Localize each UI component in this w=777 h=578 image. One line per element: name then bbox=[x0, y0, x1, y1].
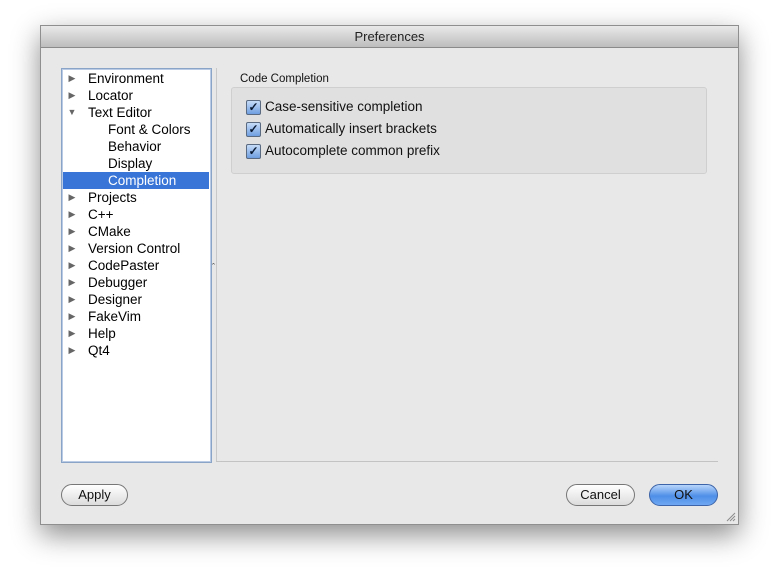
disclosure-collapsed-icon[interactable]: ▶ bbox=[67, 206, 77, 223]
option-label: Case-sensitive completion bbox=[265, 99, 423, 114]
tree-item-label: Completion bbox=[108, 173, 177, 188]
tree-item-label: Version Control bbox=[88, 241, 181, 256]
ok-button[interactable]: OK bbox=[649, 484, 718, 506]
tree-item[interactable]: ▶ Version Control bbox=[63, 240, 209, 257]
disclosure-collapsed-icon[interactable]: ▶ bbox=[67, 274, 77, 291]
tree-item-label: Locator bbox=[88, 88, 134, 103]
disclosure-collapsed-icon[interactable]: ▶ bbox=[67, 325, 77, 342]
splitter[interactable] bbox=[216, 68, 217, 461]
checkbox-insert-brackets[interactable]: ✓ bbox=[246, 122, 261, 137]
tree-item-label: CodePaster bbox=[88, 258, 160, 273]
tree-item-label: Behavior bbox=[108, 139, 162, 154]
tree-item-label: Designer bbox=[88, 292, 143, 307]
tree-item[interactable]: ▶ Help bbox=[63, 325, 209, 342]
tree-item[interactable]: Display bbox=[63, 155, 209, 172]
apply-button[interactable]: Apply bbox=[61, 484, 128, 506]
tree-item-label: Environment bbox=[88, 71, 164, 86]
disclosure-collapsed-icon[interactable]: ▶ bbox=[67, 87, 77, 104]
disclosure-collapsed-icon[interactable]: ▶ bbox=[67, 223, 77, 240]
tree-item-label: Font & Colors bbox=[108, 122, 191, 137]
code-completion-group: ✓ Case-sensitive completion ✓ Automatica… bbox=[231, 87, 707, 174]
disclosure-collapsed-icon[interactable]: ▶ bbox=[67, 240, 77, 257]
tree-item[interactable]: Completion bbox=[63, 172, 209, 189]
cancel-button[interactable]: Cancel bbox=[566, 484, 635, 506]
tree-item-label: Text Editor bbox=[88, 105, 152, 120]
tree-item-label: FakeVim bbox=[88, 309, 142, 324]
tree-item[interactable]: Behavior bbox=[63, 138, 209, 155]
divider bbox=[216, 461, 718, 462]
tree-item-label: C++ bbox=[88, 207, 114, 222]
disclosure-collapsed-icon[interactable]: ▶ bbox=[67, 189, 77, 206]
tree-item[interactable]: Font & Colors bbox=[63, 121, 209, 138]
tree-item[interactable]: ▼ Text Editor bbox=[63, 104, 209, 121]
checkbox-case-sensitive[interactable]: ✓ bbox=[246, 100, 261, 115]
category-tree[interactable]: ▶ Environment ▶ Locator ▼ Text Editor Font & C… bbox=[61, 68, 212, 463]
tree-item[interactable]: ▶ FakeVim bbox=[63, 308, 209, 325]
tree-item[interactable]: ▶ CodePaster bbox=[63, 257, 209, 274]
option-label: Autocomplete common prefix bbox=[265, 143, 440, 158]
tree-item[interactable]: ▶ Projects bbox=[63, 189, 209, 206]
option-label: Automatically insert brackets bbox=[265, 121, 437, 136]
window-title: Preferences bbox=[41, 26, 738, 48]
tree-item-label: Help bbox=[88, 326, 116, 341]
tree-item-label: Projects bbox=[88, 190, 137, 205]
tree-item[interactable]: ▶ Designer bbox=[63, 291, 209, 308]
disclosure-collapsed-icon[interactable]: ▶ bbox=[67, 70, 77, 87]
disclosure-collapsed-icon[interactable]: ▶ bbox=[67, 291, 77, 308]
splitter-handle-icon[interactable]: ˆ bbox=[212, 262, 215, 272]
tree-item[interactable]: ▶ Locator bbox=[63, 87, 209, 104]
disclosure-collapsed-icon[interactable]: ▶ bbox=[67, 257, 77, 274]
resize-grip-icon[interactable] bbox=[725, 511, 736, 522]
checkbox-autocomplete-prefix[interactable]: ✓ bbox=[246, 144, 261, 159]
tree-item[interactable]: ▶ Qt4 bbox=[63, 342, 209, 359]
preferences-window: Preferences ▶ Environment ▶ Locator ▼ Text Ed… bbox=[40, 25, 739, 525]
tree-item[interactable]: ▶ Debugger bbox=[63, 274, 209, 291]
disclosure-collapsed-icon[interactable]: ▶ bbox=[67, 342, 77, 359]
tree-item[interactable]: ▶ CMake bbox=[63, 223, 209, 240]
tree-item-label: Display bbox=[108, 156, 153, 171]
tree-item-label: CMake bbox=[88, 224, 131, 239]
section-title: Code Completion bbox=[240, 73, 329, 85]
disclosure-collapsed-icon[interactable]: ▶ bbox=[67, 308, 77, 325]
tree-item[interactable]: ▶ Environment bbox=[63, 70, 209, 87]
tree-item-label: Debugger bbox=[88, 275, 148, 290]
disclosure-expanded-icon[interactable]: ▼ bbox=[67, 104, 77, 121]
tree-item-label: Qt4 bbox=[88, 343, 110, 358]
tree-item[interactable]: ▶ C++ bbox=[63, 206, 209, 223]
